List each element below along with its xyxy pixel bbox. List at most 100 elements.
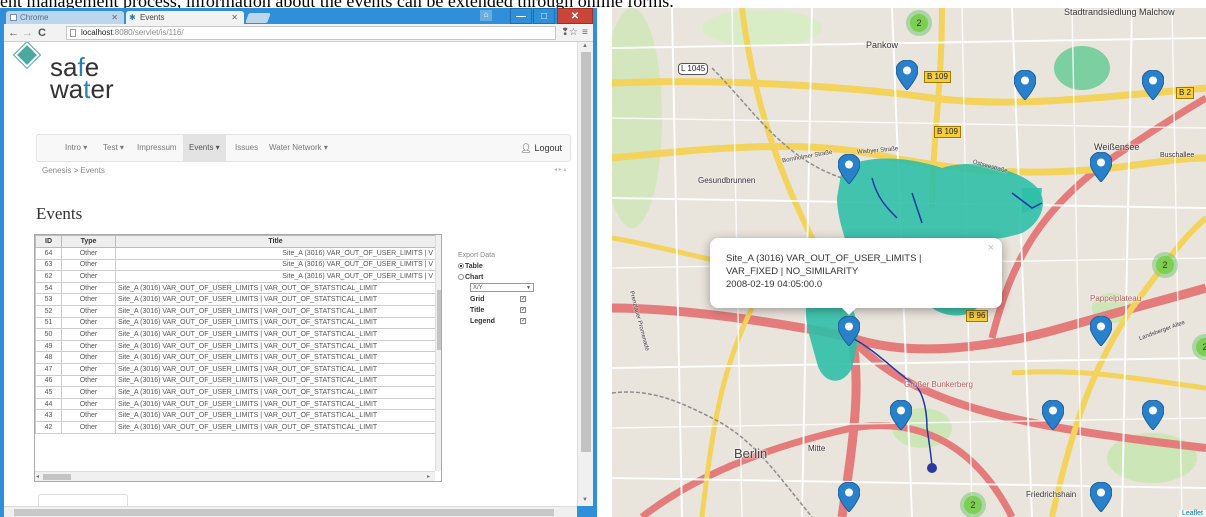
map-marker-icon[interactable] bbox=[837, 481, 861, 513]
page-vertical-scrollbar[interactable]: ▲ ▼ bbox=[577, 42, 593, 506]
app-icon: ✱ bbox=[129, 13, 136, 22]
scroll-right-icon[interactable]: ▸ bbox=[427, 472, 430, 481]
cell-id: 63 bbox=[35, 258, 62, 272]
table-vertical-scrollbar[interactable] bbox=[435, 235, 441, 471]
column-header-type[interactable]: Type bbox=[61, 235, 116, 248]
scroll-down-icon[interactable]: ▼ bbox=[582, 497, 588, 503]
nav-events[interactable]: Events ▾ bbox=[183, 135, 226, 161]
menu-icon[interactable]: ≡ bbox=[582, 26, 588, 40]
app-logo-icon[interactable] bbox=[14, 42, 40, 68]
table-row[interactable]: 52 Other Site_A (3016) VAR_OUT_OF_USER_LIM… bbox=[35, 304, 436, 318]
map-marker-icon[interactable] bbox=[895, 59, 919, 91]
table-row[interactable]: 46 Other Site_A (3016) VAR_OUT_OF_USER_LIM… bbox=[35, 374, 436, 388]
radio-table[interactable] bbox=[458, 263, 464, 270]
scroll-left-icon[interactable]: ◂ bbox=[36, 472, 39, 481]
map-marker-icon[interactable] bbox=[1141, 399, 1165, 431]
road-shield: B 109 bbox=[934, 126, 961, 138]
table-row[interactable]: 54 Other Site_A (3016) VAR_OUT_OF_USER_LIM… bbox=[35, 281, 436, 295]
export-panel: Export Data Table Chart X/Y ▼ Grid ✓ Title… bbox=[458, 250, 538, 327]
nav-water-network[interactable]: Water Network ▾ bbox=[265, 135, 332, 161]
map-view[interactable]: Stadtrandsiedlung Malchow Pankow Weißens… bbox=[612, 8, 1206, 517]
cell-title: Site_A (3016) VAR_OUT_OF_USER_LIMITS | V… bbox=[115, 409, 436, 422]
breadcrumb-tools-icon[interactable]: ◂ ▸ ▴ bbox=[554, 166, 566, 173]
nav-test[interactable]: Test ▾ bbox=[99, 135, 128, 161]
table-row[interactable]: 44 Other Site_A (3016) VAR_OUT_OF_USER_LIM… bbox=[35, 397, 436, 411]
scroll-thumb[interactable] bbox=[581, 52, 591, 452]
page-horizontal-scrollbar[interactable] bbox=[4, 506, 577, 517]
table-row[interactable]: 64 Other Site_A (3016) VAR_OUT_OF_USER_LIM… bbox=[35, 247, 436, 260]
back-icon[interactable]: ← bbox=[8, 26, 19, 40]
table-row[interactable]: 49 Other Site_A (3016) VAR_OUT_OF_USER_LIM… bbox=[35, 339, 436, 353]
map-marker-icon[interactable] bbox=[837, 315, 861, 347]
cell-id: 43 bbox=[35, 409, 62, 422]
breadcrumb[interactable]: Genesis > Events bbox=[42, 166, 105, 175]
reload-icon[interactable]: C bbox=[38, 26, 46, 40]
map-marker-icon[interactable] bbox=[1089, 481, 1113, 513]
table-row[interactable]: 42 Other Site_A (3016) VAR_OUT_OF_USER_LIM… bbox=[35, 420, 436, 434]
radio-chart[interactable] bbox=[458, 274, 464, 281]
cell-id: 48 bbox=[35, 351, 62, 364]
column-header-title[interactable]: Title bbox=[115, 235, 436, 248]
tab-events[interactable]: ✱ Events ✕ bbox=[126, 11, 244, 24]
close-window-button[interactable]: ✕ bbox=[557, 8, 593, 24]
chart-type-select[interactable]: X/Y ▼ bbox=[470, 283, 534, 292]
grid-checkbox[interactable]: ✓ bbox=[520, 296, 526, 302]
events-table: ID Type Title 64 Other Site_A (3016) VAR_O… bbox=[35, 235, 436, 434]
maximize-button[interactable]: □ bbox=[533, 8, 555, 24]
scroll-up-icon[interactable]: ▲ bbox=[582, 43, 588, 49]
export-chart-option[interactable]: Chart bbox=[458, 272, 538, 283]
cell-type: Other bbox=[61, 339, 116, 353]
scroll-thumb[interactable] bbox=[14, 509, 554, 516]
cell-id: 62 bbox=[35, 270, 62, 283]
legend-checkbox[interactable]: ✓ bbox=[520, 318, 526, 324]
user-icon[interactable]: ⌂ bbox=[480, 10, 492, 21]
map-marker-icon[interactable] bbox=[1013, 69, 1037, 101]
bookmark-star-icon[interactable]: ☆ bbox=[569, 26, 578, 40]
table-row[interactable]: 51 Other Site_A (3016) VAR_OUT_OF_USER_LIM… bbox=[35, 316, 436, 330]
tab-chrome[interactable]: Chrome ✕ bbox=[6, 11, 124, 24]
table-row[interactable]: 48 Other Site_A (3016) VAR_OUT_OF_USER_LIM… bbox=[35, 351, 436, 364]
table-row[interactable]: 47 Other Site_A (3016) VAR_OUT_OF_USER_LIM… bbox=[35, 362, 436, 376]
address-bar[interactable]: localhost:8080/servlet/is/116/ bbox=[66, 26, 556, 40]
browser-toolbar: ← → C localhost:8080/servlet/is/116/ ❢ ☆… bbox=[4, 24, 593, 42]
nav-intro[interactable]: Intro ▾ bbox=[61, 135, 91, 161]
close-icon[interactable]: × bbox=[988, 242, 994, 255]
table-row[interactable]: 50 Other Site_A (3016) VAR_OUT_OF_USER_LIM… bbox=[35, 328, 436, 341]
map-label: Großer Bunkerberg bbox=[904, 380, 973, 389]
close-tab-icon[interactable]: ✕ bbox=[231, 11, 238, 24]
table-row[interactable]: 63 Other Site_A (3016) VAR_OUT_OF_USER_LIM… bbox=[35, 258, 436, 272]
cell-type: Other bbox=[61, 270, 116, 283]
map-label: Stadtrandsiedlung Malchow bbox=[1064, 8, 1175, 17]
cluster-count: 2 bbox=[1156, 256, 1174, 274]
map-marker-icon[interactable] bbox=[1089, 151, 1113, 183]
minimize-button[interactable]: — bbox=[510, 8, 532, 24]
map-marker-icon[interactable] bbox=[889, 399, 913, 431]
logout-button[interactable]: 👤︎ Logout bbox=[521, 135, 562, 161]
table-row[interactable]: 43 Other Site_A (3016) VAR_OUT_OF_USER_LIM… bbox=[35, 409, 436, 422]
cell-id: 49 bbox=[35, 339, 62, 353]
site-logo[interactable]: safe water bbox=[50, 54, 114, 102]
marker-cluster[interactable]: 2 bbox=[906, 10, 932, 36]
table-row[interactable]: 62 Other Site_A (3016) VAR_OUT_OF_USER_LIM… bbox=[35, 270, 436, 283]
map-marker-icon[interactable] bbox=[1141, 69, 1165, 101]
scroll-thumb[interactable] bbox=[437, 290, 441, 350]
cell-title: Site_A (3016) VAR_OUT_OF_USER_LIMITS | V… bbox=[115, 316, 436, 330]
table-row[interactable]: 53 Other Site_A (3016) VAR_OUT_OF_USER_LIM… bbox=[35, 293, 436, 306]
export-table-option[interactable]: Table bbox=[458, 261, 538, 272]
forward-icon[interactable]: → bbox=[22, 26, 33, 40]
marker-cluster[interactable]: 2 bbox=[1152, 252, 1178, 278]
map-marker-icon[interactable] bbox=[1041, 399, 1065, 431]
column-header-id[interactable]: ID bbox=[35, 235, 62, 248]
map-attribution[interactable]: Leaflet bbox=[1178, 510, 1206, 517]
scroll-thumb[interactable] bbox=[43, 474, 71, 480]
close-tab-icon[interactable]: ✕ bbox=[111, 11, 118, 24]
table-horizontal-scrollbar[interactable]: ◂ ▸ bbox=[35, 471, 435, 481]
nav-issues[interactable]: Issues bbox=[231, 135, 262, 161]
title-checkbox[interactable]: ✓ bbox=[520, 307, 526, 313]
marker-cluster[interactable]: 2 bbox=[960, 492, 986, 517]
map-marker-icon[interactable] bbox=[1089, 315, 1113, 347]
new-tab-button[interactable] bbox=[245, 13, 271, 23]
map-marker-icon[interactable] bbox=[837, 153, 861, 185]
table-row[interactable]: 45 Other Site_A (3016) VAR_OUT_OF_USER_LIM… bbox=[35, 386, 436, 399]
nav-impressum[interactable]: Impressum bbox=[133, 135, 181, 161]
